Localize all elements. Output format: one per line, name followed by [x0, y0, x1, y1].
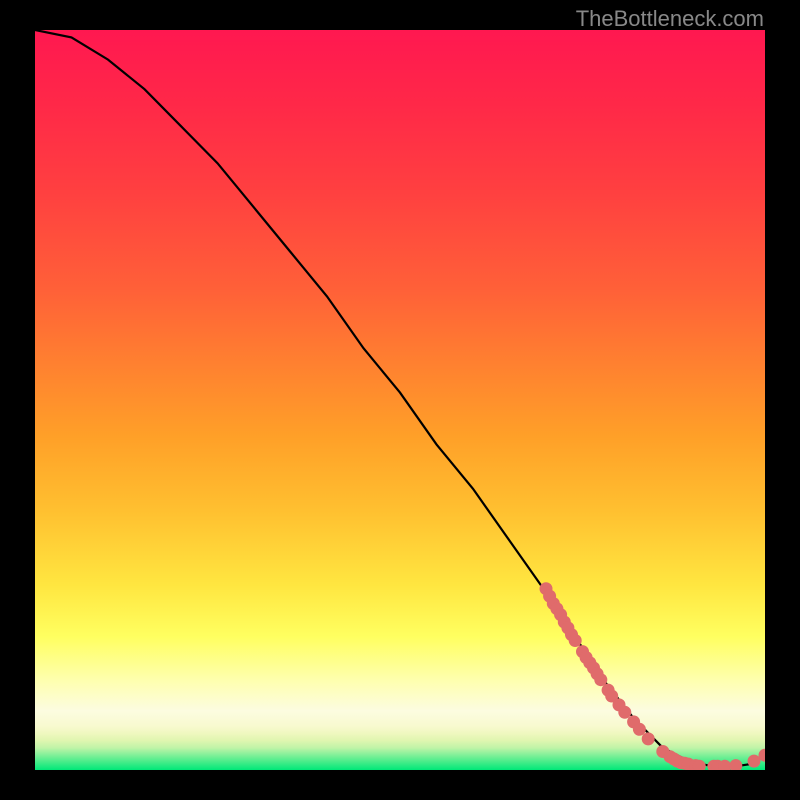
- data-dot: [618, 706, 631, 719]
- data-dot: [569, 634, 582, 647]
- watermark-text: TheBottleneck.com: [576, 6, 764, 32]
- chart-container: TheBottleneck.com: [0, 0, 800, 800]
- data-dot: [642, 732, 655, 745]
- data-dot: [748, 755, 761, 768]
- plot-area: [35, 30, 765, 770]
- data-dot: [633, 723, 646, 736]
- data-dot: [729, 759, 742, 770]
- data-dots: [540, 582, 766, 770]
- curve-layer: [35, 30, 765, 770]
- bottleneck-curve: [35, 30, 765, 766]
